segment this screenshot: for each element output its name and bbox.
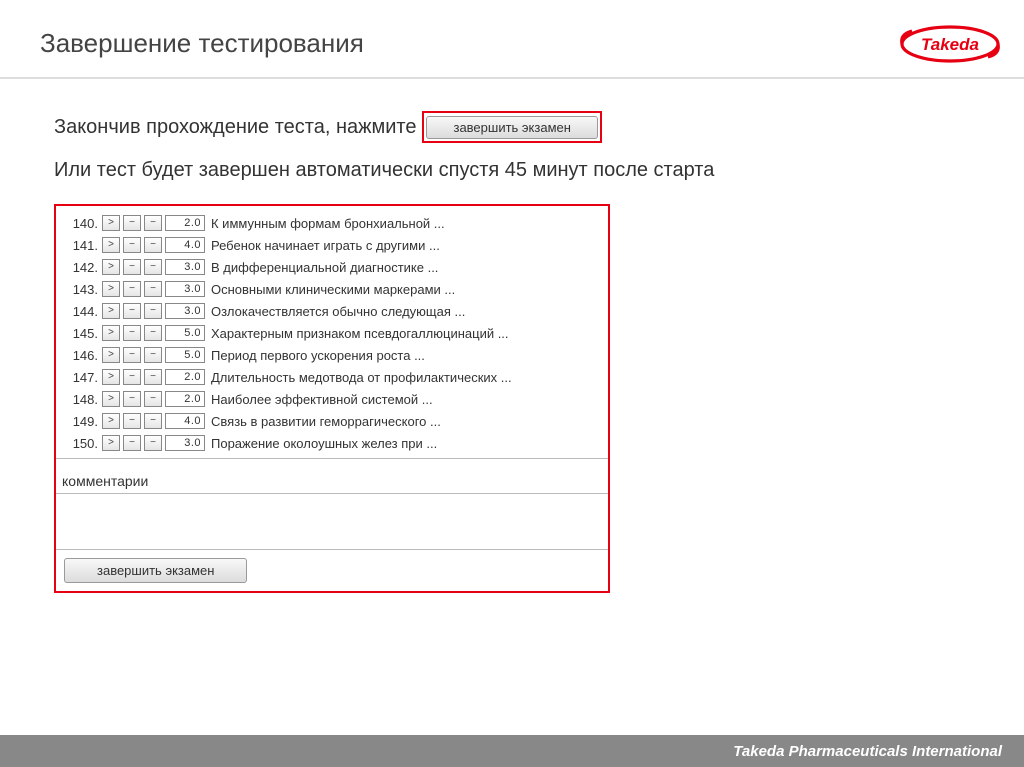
question-text: Наиболее эффективной системой ... — [211, 392, 600, 407]
question-text: Длительность медотвода от профилактическ… — [211, 370, 600, 385]
question-row: 150.>−−3.0Поражение околоушных желез при… — [56, 432, 608, 454]
goto-question-button[interactable]: > — [102, 435, 120, 451]
minus-button[interactable]: − — [144, 325, 162, 341]
minus-button[interactable]: − — [144, 369, 162, 385]
instruction-line-2: Или тест будет завершен автоматически сп… — [54, 159, 970, 182]
question-score: 5.0 — [165, 325, 205, 341]
question-score: 3.0 — [165, 259, 205, 275]
test-panel: 140.>−−2.0К иммунным формам бронхиальной… — [54, 204, 610, 593]
question-score: 3.0 — [165, 303, 205, 319]
minus-button[interactable]: − — [144, 347, 162, 363]
question-score: 5.0 — [165, 347, 205, 363]
comments-box[interactable] — [56, 493, 608, 549]
question-row: 147.>−−2.0Длительность медотвода от проф… — [56, 366, 608, 388]
footer: Takeda Pharmaceuticals International — [0, 735, 1024, 767]
goto-question-button[interactable]: > — [102, 303, 120, 319]
question-number: 149. — [64, 414, 102, 429]
question-score: 4.0 — [165, 237, 205, 253]
minus-button[interactable]: − — [123, 325, 141, 341]
question-list: 140.>−−2.0К иммунным формам бронхиальной… — [56, 206, 608, 458]
minus-button[interactable]: − — [123, 347, 141, 363]
question-text: Связь в развитии геморрагического ... — [211, 414, 600, 429]
goto-question-button[interactable]: > — [102, 259, 120, 275]
question-number: 145. — [64, 326, 102, 341]
question-score: 2.0 — [165, 391, 205, 407]
content-area: Закончив прохождение теста, нажмите заве… — [0, 79, 1024, 593]
minus-button[interactable]: − — [144, 237, 162, 253]
question-row: 141.>−−4.0Ребенок начинает играть с друг… — [56, 234, 608, 256]
instruction-text-1: Закончив прохождение теста, нажмите — [54, 116, 416, 139]
minus-button[interactable]: − — [123, 369, 141, 385]
question-number: 146. — [64, 348, 102, 363]
goto-question-button[interactable]: > — [102, 237, 120, 253]
question-number: 150. — [64, 436, 102, 451]
minus-button[interactable]: − — [144, 435, 162, 451]
brand-logo: Takeda — [898, 22, 1002, 71]
question-number: 140. — [64, 216, 102, 231]
question-score: 2.0 — [165, 369, 205, 385]
minus-button[interactable]: − — [123, 215, 141, 231]
minus-button[interactable]: − — [123, 281, 141, 297]
question-number: 144. — [64, 304, 102, 319]
question-row: 142.>−−3.0В дифференциальной диагностике… — [56, 256, 608, 278]
goto-question-button[interactable]: > — [102, 369, 120, 385]
question-number: 143. — [64, 282, 102, 297]
instruction-text-2: Или тест будет завершен автоматически сп… — [54, 159, 714, 182]
minus-button[interactable]: − — [144, 391, 162, 407]
question-row: 146.>−−5.0Период первого ускорения роста… — [56, 344, 608, 366]
question-text: К иммунным формам бронхиальной ... — [211, 216, 600, 231]
question-score: 4.0 — [165, 413, 205, 429]
question-row: 140.>−−2.0К иммунным формам бронхиальной… — [56, 212, 608, 234]
minus-button[interactable]: − — [144, 281, 162, 297]
minus-button[interactable]: − — [123, 435, 141, 451]
inline-finish-button-highlight: завершить экзамен — [422, 111, 601, 143]
question-number: 141. — [64, 238, 102, 253]
minus-button[interactable]: − — [123, 391, 141, 407]
footer-text: Takeda Pharmaceuticals International — [733, 743, 1002, 760]
question-text: Характерным признаком псевдогаллюцинаций… — [211, 326, 600, 341]
question-text: Поражение околоушных желез при ... — [211, 436, 600, 451]
goto-question-button[interactable]: > — [102, 281, 120, 297]
question-row: 143.>−−3.0Основными клиническими маркера… — [56, 278, 608, 300]
question-text: Основными клиническими маркерами ... — [211, 282, 600, 297]
question-text: Период первого ускорения роста ... — [211, 348, 600, 363]
question-row: 145.>−−5.0Характерным признаком псевдога… — [56, 322, 608, 344]
brand-logo-text: Takeda — [921, 35, 979, 54]
finish-bar: завершить экзамен — [56, 549, 608, 591]
question-row: 149.>−−4.0Связь в развитии геморрагическ… — [56, 410, 608, 432]
finish-exam-button-inline[interactable]: завершить экзамен — [426, 116, 597, 139]
question-text: Озлокачествляется обычно следующая ... — [211, 304, 600, 319]
goto-question-button[interactable]: > — [102, 347, 120, 363]
goto-question-button[interactable]: > — [102, 325, 120, 341]
question-row: 144.>−−3.0Озлокачествляется обычно следу… — [56, 300, 608, 322]
question-row: 148.>−−2.0Наиболее эффективной системой … — [56, 388, 608, 410]
finish-exam-button[interactable]: завершить экзамен — [64, 558, 247, 583]
comments-label: комментарии — [56, 458, 608, 493]
minus-button[interactable]: − — [144, 215, 162, 231]
page-title: Завершение тестирования — [40, 28, 984, 59]
minus-button[interactable]: − — [123, 237, 141, 253]
page-header: Завершение тестирования Takeda — [0, 0, 1024, 79]
goto-question-button[interactable]: > — [102, 413, 120, 429]
minus-button[interactable]: − — [144, 259, 162, 275]
question-score: 3.0 — [165, 435, 205, 451]
goto-question-button[interactable]: > — [102, 391, 120, 407]
instruction-line-1: Закончив прохождение теста, нажмите заве… — [54, 111, 970, 143]
minus-button[interactable]: − — [144, 303, 162, 319]
minus-button[interactable]: − — [123, 303, 141, 319]
question-score: 3.0 — [165, 281, 205, 297]
question-number: 142. — [64, 260, 102, 275]
goto-question-button[interactable]: > — [102, 215, 120, 231]
minus-button[interactable]: − — [144, 413, 162, 429]
minus-button[interactable]: − — [123, 259, 141, 275]
question-number: 147. — [64, 370, 102, 385]
question-text: В дифференциальной диагностике ... — [211, 260, 600, 275]
question-number: 148. — [64, 392, 102, 407]
minus-button[interactable]: − — [123, 413, 141, 429]
question-text: Ребенок начинает играть с другими ... — [211, 238, 600, 253]
question-score: 2.0 — [165, 215, 205, 231]
